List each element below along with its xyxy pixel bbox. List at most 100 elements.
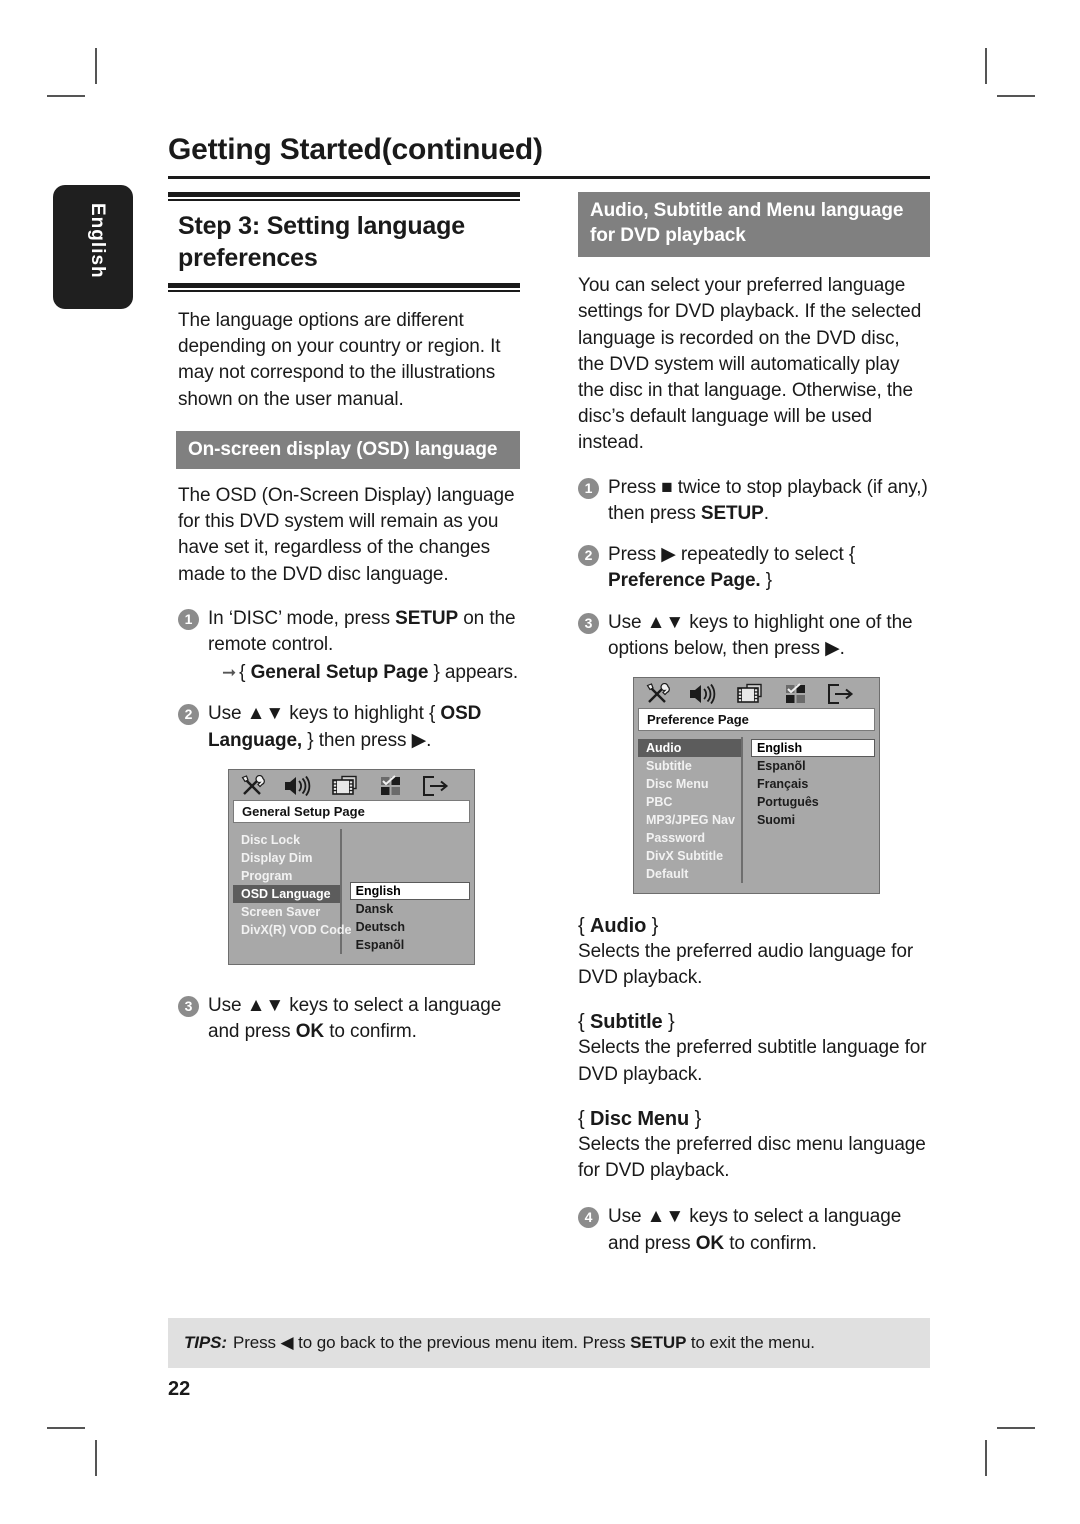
osd-value[interactable]: Suomi	[751, 811, 875, 829]
sub-after: } appears.	[428, 662, 519, 684]
option-subtitle-desc: Selects the preferred subtitle language …	[578, 1037, 927, 1085]
osd-item-selected[interactable]: OSD Language	[233, 884, 340, 903]
osd-item[interactable]: Disc Lock	[233, 831, 340, 849]
osd-item[interactable]: Disc Menu	[638, 775, 741, 793]
osd-value[interactable]: Português	[751, 793, 875, 811]
option-disc-menu-desc: Selects the preferred disc menu language…	[578, 1133, 926, 1182]
tips-text-before: Press ◀ to go back to the previous menu …	[232, 1333, 631, 1352]
tips-text-after: to exit the menu.	[686, 1333, 815, 1352]
step-text-bold: Preference Page.	[608, 570, 761, 592]
osd-page-title: General Setup Page	[233, 799, 470, 823]
arrow-right-icon: ➞	[222, 663, 237, 683]
step-text-after: to confirm.	[724, 1232, 817, 1254]
step-text-before: Use ▲▼ keys to highlight one of the opti…	[608, 611, 913, 659]
step-number: 3	[178, 995, 199, 1017]
step-text-bold: OK	[695, 1232, 725, 1254]
osd-value[interactable]: Deutsch	[350, 918, 470, 936]
left-column: Step 3: Setting language preferences The…	[168, 192, 520, 1060]
page-number: 22	[168, 1378, 191, 1400]
sub-bold: General Setup Page	[250, 662, 429, 684]
step-title-rule-bottom	[168, 283, 520, 292]
osd-item[interactable]: Password	[638, 829, 741, 847]
step-text-before: Use ▲▼ keys to highlight {	[208, 703, 441, 725]
option-name: Audio	[590, 915, 647, 937]
crop-mark-top-right-vertical	[985, 48, 987, 84]
intro-paragraph: The language options are different depen…	[178, 310, 501, 410]
option-subtitle-title: { Subtitle }	[578, 1011, 930, 1034]
osd-value-list: English Espanõl Français Português Suomi	[743, 737, 875, 883]
exit-icon	[828, 684, 854, 704]
osd-value[interactable]: Espanõl	[350, 936, 470, 954]
step-number: 2	[178, 704, 199, 726]
option-audio-desc: Selects the preferred audio language for…	[578, 941, 914, 989]
page-title-continued: (continued)	[381, 133, 543, 166]
osd-value[interactable]: Espanõl	[751, 757, 875, 775]
osd-item[interactable]: PBC	[638, 793, 741, 811]
crop-mark-top-left-horizontal	[47, 95, 85, 97]
osd-item[interactable]: Program	[233, 867, 340, 885]
checkbox-grid-icon	[381, 775, 400, 795]
language-tab: English	[53, 185, 133, 309]
tools-icon	[646, 683, 670, 703]
osd-value-selected[interactable]: English	[349, 881, 470, 900]
speaker-icon	[690, 683, 716, 705]
brace-open: {	[578, 915, 591, 937]
step-number: 4	[578, 1207, 599, 1229]
osd-item[interactable]: Screen Saver	[233, 903, 340, 921]
tips-bar: TIPS: Press ◀ to go back to the previous …	[168, 1318, 930, 1369]
tools-icon	[241, 774, 265, 795]
right-intro-paragraph: You can select your preferred language s…	[578, 275, 922, 454]
step-text-bold: SETUP	[700, 502, 764, 524]
speaker-icon	[285, 775, 311, 796]
preference-menu-illustration-holder: Preference Page Audio Subtitle Disc Menu…	[578, 677, 930, 894]
osd-value[interactable]: Français	[751, 775, 875, 793]
step-title-rule-top	[168, 192, 520, 201]
osd-paragraph: The OSD (On-Screen Display) language for…	[178, 484, 515, 585]
option-audio-title: { Audio }	[578, 915, 930, 938]
brace-close: }	[689, 1107, 702, 1130]
brace-open: {	[578, 1011, 591, 1034]
osd-item[interactable]: Default	[638, 865, 741, 883]
brace-open: {	[578, 1107, 591, 1130]
osd-item-list: Disc Lock Display Dim Program OSD Langua…	[233, 828, 351, 954]
osd-item[interactable]: DivX(R) VOD Code	[233, 921, 351, 939]
preference-menu-illustration: Preference Page Audio Subtitle Disc Menu…	[633, 677, 880, 894]
step-text-bold: SETUP	[395, 607, 459, 629]
crop-mark-bottom-right-vertical	[985, 1440, 987, 1476]
osd-item-selected[interactable]: Audio	[638, 739, 741, 757]
osd-item[interactable]: Display Dim	[233, 849, 340, 867]
osd-item[interactable]: DivX Subtitle	[638, 847, 741, 865]
step-text-after: .	[763, 502, 769, 524]
osd-icon-bar	[634, 678, 879, 708]
tips-text-bold: SETUP	[630, 1333, 687, 1352]
page-title: Getting Started	[168, 133, 382, 166]
step-text-after: } then press ▶.	[302, 729, 432, 751]
step-number: 1	[578, 477, 599, 499]
step-number: 1	[178, 608, 199, 630]
right-step-1: 1 Press ■ twice to stop playback (if any…	[578, 475, 930, 527]
left-step-2: 2 Use ▲▼ keys to highlight { OSD Languag…	[178, 701, 520, 753]
osd-value-list: English Dansk Deutsch Espanõl	[342, 829, 470, 954]
crop-mark-bottom-left-horizontal	[47, 1427, 85, 1429]
step-number: 3	[578, 612, 599, 634]
osd-icon-bar	[229, 770, 474, 800]
language-tab-label: English	[87, 203, 108, 279]
left-step-3: 3 Use ▲▼ keys to select a language and p…	[178, 993, 520, 1045]
step-number: 2	[578, 545, 599, 567]
right-column: Audio, Subtitle and Menu language for DV…	[578, 192, 930, 1272]
osd-value-selected[interactable]: English	[750, 739, 875, 757]
osd-body: Audio Subtitle Disc Menu PBC MP3/JPEG Na…	[634, 731, 879, 893]
osd-item[interactable]: Subtitle	[638, 757, 741, 775]
brace-close: }	[646, 915, 659, 937]
left-step-1: 1 In ‘DISC’ mode, press SETUP on the rem…	[178, 606, 520, 687]
osd-page-title: Preference Page	[638, 708, 875, 731]
osd-value[interactable]: Dansk	[350, 900, 470, 918]
header-divider	[168, 176, 930, 179]
step-text-before: In ‘DISC’ mode, press	[208, 607, 396, 629]
option-name: Disc Menu	[590, 1107, 690, 1130]
tips-label: TIPS:	[184, 1333, 227, 1352]
osd-language-heading: On-screen display (OSD) language	[176, 430, 520, 469]
right-step-3: 3 Use ▲▼ keys to highlight one of the op…	[578, 610, 930, 662]
osd-item[interactable]: MP3/JPEG Nav	[638, 811, 741, 829]
general-setup-menu-illustration: General Setup Page Disc Lock Display Dim…	[228, 768, 475, 965]
